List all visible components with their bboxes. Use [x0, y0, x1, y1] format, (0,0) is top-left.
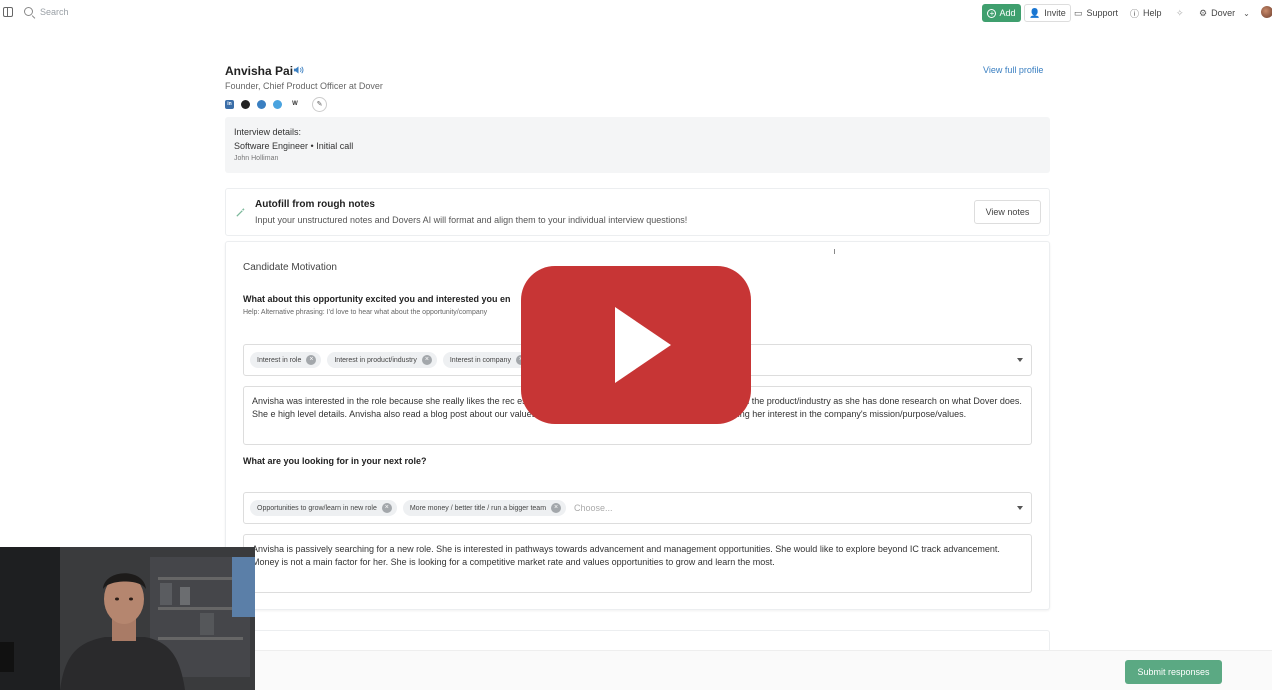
search-input[interactable]	[40, 7, 160, 17]
webcam-video-overlay	[0, 547, 255, 690]
help-button[interactable]: ⓘ Help	[1130, 4, 1162, 22]
github-icon[interactable]	[241, 99, 250, 109]
help-label: Help	[1143, 8, 1162, 18]
tag-chip-label: Opportunities to grow/learn in new role	[257, 504, 377, 512]
tag-chip-label: Interest in product/industry	[334, 356, 417, 364]
interview-details: Interview details: Software Engineer • I…	[225, 117, 1050, 173]
tag-chip-label: Interest in company	[449, 356, 511, 364]
question-1-help: Help: Alternative phrasing: I'd love to …	[243, 309, 488, 316]
video-play-button[interactable]	[521, 266, 751, 424]
account-label: Dover	[1211, 8, 1236, 18]
tag-chip: Opportunities to grow/learn in new role ×	[250, 500, 397, 516]
dropdown-caret-icon[interactable]	[1017, 358, 1023, 362]
add-person-icon: 👤	[1029, 7, 1041, 18]
chevron-down-icon: ⌄	[1243, 8, 1250, 18]
question-circle-icon: ⓘ	[1130, 8, 1140, 19]
candidate-title: Founder, Chief Product Officer at Dover	[225, 81, 383, 91]
search-icon	[24, 7, 33, 16]
personal-site-icon[interactable]	[257, 99, 266, 109]
tag-chip: More money / better title / run a bigger…	[402, 500, 567, 516]
invite-label: Invite	[1044, 8, 1066, 18]
question-2-tag-select[interactable]: Opportunities to grow/learn in new role ×…	[243, 492, 1032, 524]
account-menu[interactable]: ⚙ Dover ⌄	[1199, 4, 1250, 22]
play-icon	[615, 307, 671, 383]
twitter-icon[interactable]	[273, 99, 282, 109]
avatar[interactable]	[1261, 6, 1272, 18]
choose-placeholder[interactable]: Choose...	[574, 503, 613, 513]
magic-wand-icon	[236, 207, 245, 217]
mouse-cursor	[834, 249, 838, 254]
view-full-profile-link[interactable]: View full profile	[983, 65, 1043, 75]
section-title: Candidate Motivation	[243, 262, 337, 273]
add-button-label: Add	[999, 8, 1016, 18]
submit-responses-button[interactable]: Submit responses	[1125, 660, 1222, 684]
question-2-answer[interactable]: Anvisha is passively searching for a new…	[243, 534, 1032, 593]
chat-bubble-icon: ▭	[1074, 7, 1083, 18]
top-bar: + Add 👤 Invite ▭ Support ⓘ Help ✧ ⚙ Dove…	[0, 0, 1272, 26]
speaker-icon[interactable]	[293, 65, 304, 75]
invite-button[interactable]: 👤 Invite	[1024, 4, 1071, 22]
gear-icon: ⚙	[1199, 7, 1208, 18]
remove-tag-icon[interactable]: ×	[551, 503, 562, 513]
interview-role-stage: Software Engineer • Initial call	[234, 141, 354, 151]
pencil-icon[interactable]: ✎	[312, 96, 327, 112]
wikipedia-icon[interactable]: W	[289, 100, 301, 109]
dropdown-caret-icon[interactable]	[1017, 506, 1023, 510]
view-notes-button[interactable]: View notes	[974, 200, 1041, 224]
interview-details-label: Interview details:	[234, 127, 302, 137]
sidebar-toggle-icon[interactable]	[3, 7, 13, 17]
next-section-card	[225, 630, 1050, 650]
tag-chip-label: Interest in role	[257, 356, 302, 364]
autofill-title: Autofill from rough notes	[255, 199, 375, 210]
support-label: Support	[1086, 8, 1119, 18]
autofill-card: Autofill from rough notes Input your uns…	[225, 188, 1050, 236]
support-button[interactable]: ▭ Support	[1074, 4, 1118, 22]
tag-chip: Interest in company×	[442, 352, 531, 368]
interviewer-name: John Holliman	[234, 155, 279, 162]
add-button[interactable]: + Add	[982, 4, 1021, 22]
remove-tag-icon[interactable]: ×	[306, 355, 317, 365]
plus-icon: +	[987, 8, 997, 18]
sparkle-icon: ✧	[1176, 7, 1184, 18]
sparkle-button[interactable]: ✧	[1176, 4, 1184, 22]
remove-tag-icon[interactable]: ×	[381, 503, 392, 513]
candidate-name: Anvisha Pai	[225, 64, 294, 78]
question-1: What about this opportunity excited you …	[243, 294, 511, 304]
tag-chip-label: More money / better title / run a bigger…	[409, 504, 547, 512]
tag-chip: Interest in role ×	[250, 352, 322, 368]
question-2: What are you looking for in your next ro…	[243, 456, 427, 466]
autofill-description: Input your unstructured notes and Dovers…	[255, 215, 688, 225]
remove-tag-icon[interactable]: ×	[421, 355, 432, 365]
linkedin-icon[interactable]: in	[225, 99, 234, 109]
tag-chip: Interest in product/industry ×	[327, 352, 437, 368]
social-links: in W ✎	[225, 96, 327, 112]
